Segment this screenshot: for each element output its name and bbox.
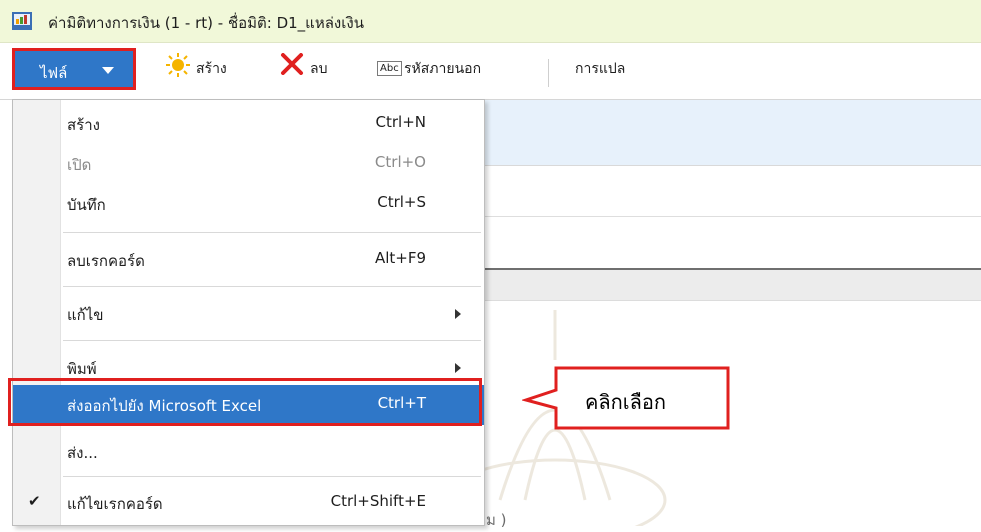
window-title: ค่ามิติทางการเงิน (1 - rt) - ชื่อมิติ: D… <box>48 14 364 32</box>
menu-separator <box>63 476 481 477</box>
menu-item-label: ลบเรกคอร์ด <box>67 252 145 270</box>
toolbar: ไฟล์ สร้าง ลบ Abc รหัสภายนอก การแปล <box>0 43 981 100</box>
title-bar: ค่ามิติทางการเงิน (1 - rt) - ชื่อมิติ: D… <box>0 0 981 43</box>
menu-item-label: แก้ไข <box>67 306 104 324</box>
menu-item-shortcut: Ctrl+S <box>377 193 426 211</box>
grid-header <box>470 270 981 301</box>
submenu-arrow-icon <box>455 309 461 319</box>
file-dropdown-menu: สร้าง Ctrl+N เปิด Ctrl+O บันทึก Ctrl+S ล… <box>12 99 485 526</box>
submenu-arrow-icon <box>455 363 461 373</box>
background-text: ม ) <box>486 511 507 529</box>
callout-text: คลิกเลือก <box>585 390 666 414</box>
menu-item-label: เปิด <box>67 156 92 174</box>
menu-item-save[interactable]: บันทึก Ctrl+S <box>13 184 484 224</box>
menu-item-label: ส่ง... <box>67 444 98 462</box>
delete-button[interactable]: ลบ <box>310 58 327 80</box>
annotation-highlight-box <box>8 378 482 426</box>
menu-item-open[interactable]: เปิด Ctrl+O <box>13 144 484 184</box>
menu-item-shortcut: Ctrl+O <box>374 153 426 171</box>
delete-x-icon[interactable] <box>280 53 304 75</box>
menu-item-label: แก้ไขเรกคอร์ด <box>67 495 163 513</box>
external-code-button[interactable]: รหัสภายนอก <box>404 58 481 80</box>
form-row <box>470 216 981 270</box>
new-button[interactable]: สร้าง <box>196 58 227 80</box>
file-menu-label: ไฟล์ <box>40 64 68 82</box>
menu-item-shortcut: Ctrl+Shift+E <box>330 492 426 510</box>
menu-item-shortcut: Ctrl+N <box>375 113 426 131</box>
menu-item-label: บันทึก <box>67 196 106 214</box>
menu-item-edit-record[interactable]: ✔ แก้ไขเรกคอร์ด Ctrl+Shift+E <box>13 483 484 523</box>
abc-icon[interactable]: Abc <box>377 61 402 76</box>
translation-button[interactable]: การแปล <box>575 58 625 80</box>
menu-item-delete-record[interactable]: ลบเรกคอร์ด Alt+F9 <box>13 240 484 280</box>
toolbar-separator <box>548 59 549 87</box>
sun-new-icon[interactable] <box>165 52 191 78</box>
menu-item-label: สร้าง <box>67 116 100 134</box>
form-row <box>470 166 981 217</box>
file-menu-button[interactable]: ไฟล์ <box>12 48 136 90</box>
chevron-down-icon <box>102 67 114 74</box>
menu-item-new[interactable]: สร้าง Ctrl+N <box>13 104 484 144</box>
menu-item-edit[interactable]: แก้ไข <box>13 294 484 334</box>
menu-item-send[interactable]: ส่ง... <box>13 432 484 472</box>
menu-separator <box>63 286 481 287</box>
checkmark-icon: ✔ <box>28 492 41 510</box>
app-icon <box>12 12 32 30</box>
menu-item-shortcut: Alt+F9 <box>374 249 426 267</box>
menu-separator <box>63 232 481 233</box>
menu-separator <box>63 340 481 341</box>
header-band <box>470 100 981 166</box>
